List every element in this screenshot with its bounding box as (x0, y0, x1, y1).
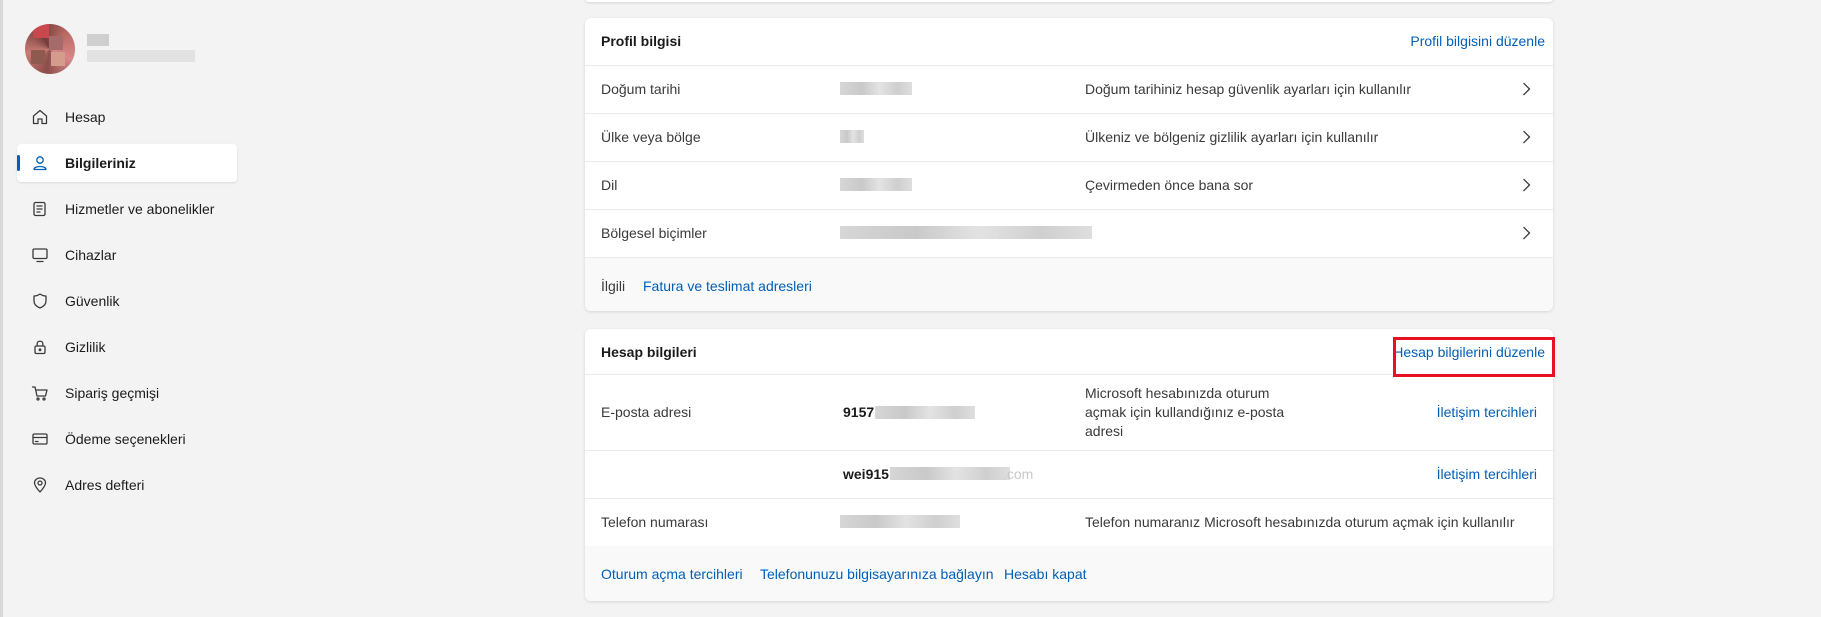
sidebar-item-guvenlik[interactable]: Güvenlik (17, 282, 237, 320)
regional-formats-row[interactable]: Bölgesel biçimler (585, 210, 1553, 258)
lock-icon (31, 338, 49, 356)
sidebar-item-bilgileriniz[interactable]: Bilgileriniz (17, 144, 237, 182)
regional-formats-value-redacted (840, 226, 1092, 239)
email-alias-row: wei915 .com İletişim tercihleri (585, 451, 1553, 499)
avatar[interactable] (25, 24, 75, 74)
chevron-right-icon (1523, 178, 1531, 192)
sidebar-item-hizmetler[interactable]: Hizmetler ve abonelikler (17, 190, 237, 228)
account-title: Hesap bilgileri (601, 344, 697, 360)
chevron-right-icon (1523, 82, 1531, 96)
phone-label: Telefon numarası (601, 514, 709, 530)
language-description: Çevirmeden önce bana sor (1085, 177, 1254, 193)
home-icon (31, 108, 49, 126)
sidebar-item-label: Gizlilik (65, 339, 106, 355)
sign-in-preferences-link[interactable]: Oturum açma tercihleri (601, 566, 743, 582)
email-2-prefix: wei915 (843, 466, 889, 482)
sidebar: Hesap Bilgileriniz Hizmetler ve abonelik… (0, 0, 260, 617)
email-description: Microsoft hesabınızda oturum açmak için … (1085, 385, 1285, 439)
birthdate-value-redacted (840, 82, 912, 95)
profile-title: Profil bilgisi (601, 33, 682, 49)
country-value-redacted (840, 130, 864, 143)
email-1-prefix: 9157 (843, 404, 875, 420)
card-icon (31, 430, 49, 448)
profile-card: Profil bilgisi Profil bilgisini düzenle … (585, 18, 1553, 311)
edit-profile-link[interactable]: Profil bilgisini düzenle (1410, 33, 1545, 49)
profile-card-header: Profil bilgisi Profil bilgisini düzenle (585, 18, 1553, 66)
highlight-box (1393, 337, 1555, 377)
account-footer: Oturum açma tercihleri Telefonunuzu bilg… (585, 546, 1553, 601)
chevron-right-icon (1523, 226, 1531, 240)
email-label: E-posta adresi (601, 404, 692, 420)
sidebar-item-label: Ödeme seçenekleri (65, 431, 186, 447)
subscription-icon (31, 200, 49, 218)
contact-preferences-link-2[interactable]: İletişim tercihleri (1437, 466, 1537, 482)
sidebar-item-siparis[interactable]: Sipariş geçmişi (17, 374, 237, 412)
phone-description: Telefon numaranız Microsoft hesabınızda … (1085, 514, 1515, 530)
email-1-redacted (875, 406, 975, 419)
close-account-link[interactable]: Hesabı kapat (1004, 566, 1087, 582)
language-label: Dil (601, 177, 618, 193)
profile-related-footer: İlgili Fatura ve teslimat adresleri (585, 258, 1553, 311)
sidebar-item-odeme[interactable]: Ödeme seçenekleri (17, 420, 237, 458)
birthdate-label: Doğum tarihi (601, 81, 681, 97)
email-2-redacted (890, 467, 1010, 480)
language-value-redacted (840, 178, 912, 191)
email-row: E-posta adresi 9157 Microsoft hesabınızd… (585, 375, 1553, 451)
user-name-redacted (87, 34, 195, 68)
shield-icon (31, 292, 49, 310)
sidebar-item-cihazlar[interactable]: Cihazlar (17, 236, 237, 274)
phone-row: Telefon numarası Telefon numaranız Micro… (585, 499, 1553, 546)
country-label: Ülke veya bölge (601, 129, 701, 145)
birthdate-row[interactable]: Doğum tarihi Doğum tarihiniz hesap güven… (585, 66, 1553, 114)
billing-addresses-link[interactable]: Fatura ve teslimat adresleri (643, 278, 812, 294)
sidebar-item-hesap[interactable]: Hesap (17, 98, 237, 136)
birthdate-description: Doğum tarihiniz hesap güvenlik ayarları … (1085, 81, 1412, 97)
location-icon (31, 476, 49, 494)
language-row[interactable]: Dil Çevirmeden önce bana sor (585, 162, 1553, 210)
sidebar-item-label: Cihazlar (65, 247, 117, 263)
sidebar-item-label: Güvenlik (65, 293, 120, 309)
sidebar-item-gizlilik[interactable]: Gizlilik (17, 328, 237, 366)
link-phone-link[interactable]: Telefonunuzu bilgisayarınıza bağlayın (760, 566, 994, 582)
country-description: Ülkeniz ve bölgeniz gizlilik ayarları iç… (1085, 129, 1379, 145)
cart-icon (31, 384, 49, 402)
sidebar-item-label: Bilgileriniz (65, 155, 136, 171)
email-2-suffix: .com (1003, 466, 1034, 482)
contact-preferences-link-1[interactable]: İletişim tercihleri (1437, 404, 1537, 420)
sidebar-item-label: Sipariş geçmişi (65, 385, 160, 401)
sidebar-item-label: Hesap (65, 109, 106, 125)
regional-formats-label: Bölgesel biçimler (601, 225, 707, 241)
country-row[interactable]: Ülke veya bölge Ülkeniz ve bölgeniz gizl… (585, 114, 1553, 162)
sidebar-item-label: Hizmetler ve abonelikler (65, 201, 215, 217)
person-icon (31, 154, 49, 172)
monitor-icon (31, 246, 49, 264)
chevron-right-icon (1523, 130, 1531, 144)
sidebar-item-adres[interactable]: Adres defteri (17, 466, 237, 504)
related-label: İlgili (601, 278, 626, 294)
previous-card-edge (585, 0, 1553, 2)
sidebar-item-label: Adres defteri (65, 477, 145, 493)
phone-value-redacted (840, 515, 960, 528)
